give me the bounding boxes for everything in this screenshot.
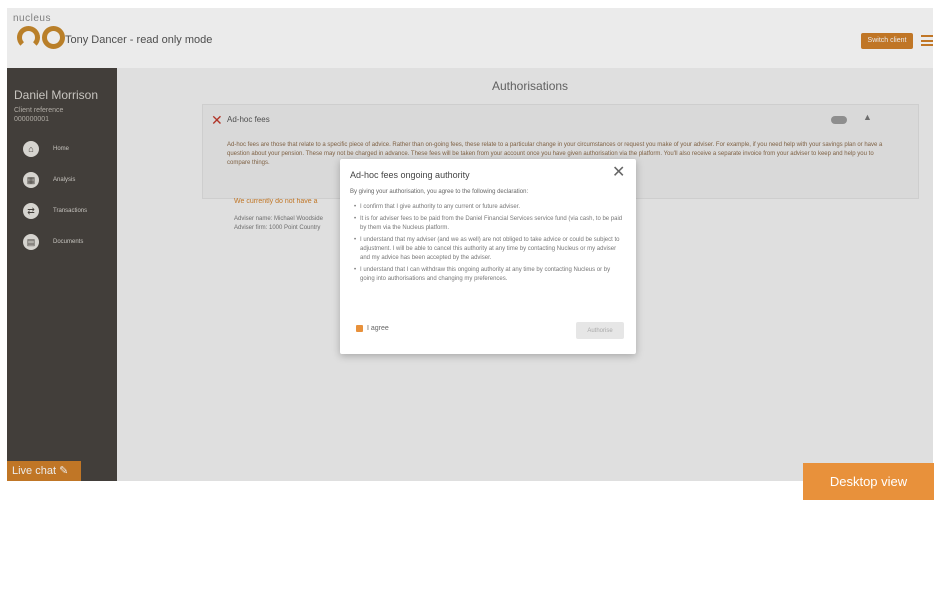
authority-modal: Ad-hoc fees ongoing authority ✕ By givin…	[340, 159, 636, 354]
declaration-list: I confirm that I give authority to any c…	[354, 203, 624, 287]
agree-label: I agree	[367, 325, 389, 332]
declaration-item: I understand that my adviser (and we as …	[354, 236, 624, 263]
declaration-item: I understand that I can withdraw this on…	[354, 266, 624, 284]
authorise-button[interactable]: Authorise	[576, 322, 624, 339]
modal-intro: By giving your authorisation, you agree …	[350, 189, 529, 195]
declaration-item: I confirm that I give authority to any c…	[354, 203, 624, 212]
agree-checkbox-row[interactable]: I agree	[356, 325, 389, 332]
modal-title: Ad-hoc fees ongoing authority	[350, 170, 470, 180]
declaration-item: It is for adviser fees to be paid from t…	[354, 215, 624, 233]
agree-checkbox[interactable]	[356, 325, 363, 332]
desktop-view-button[interactable]: Desktop view	[803, 463, 934, 500]
app-window: nucleus Tony Dancer - read only mode Swi…	[7, 8, 933, 481]
close-icon[interactable]: ✕	[612, 165, 625, 181]
